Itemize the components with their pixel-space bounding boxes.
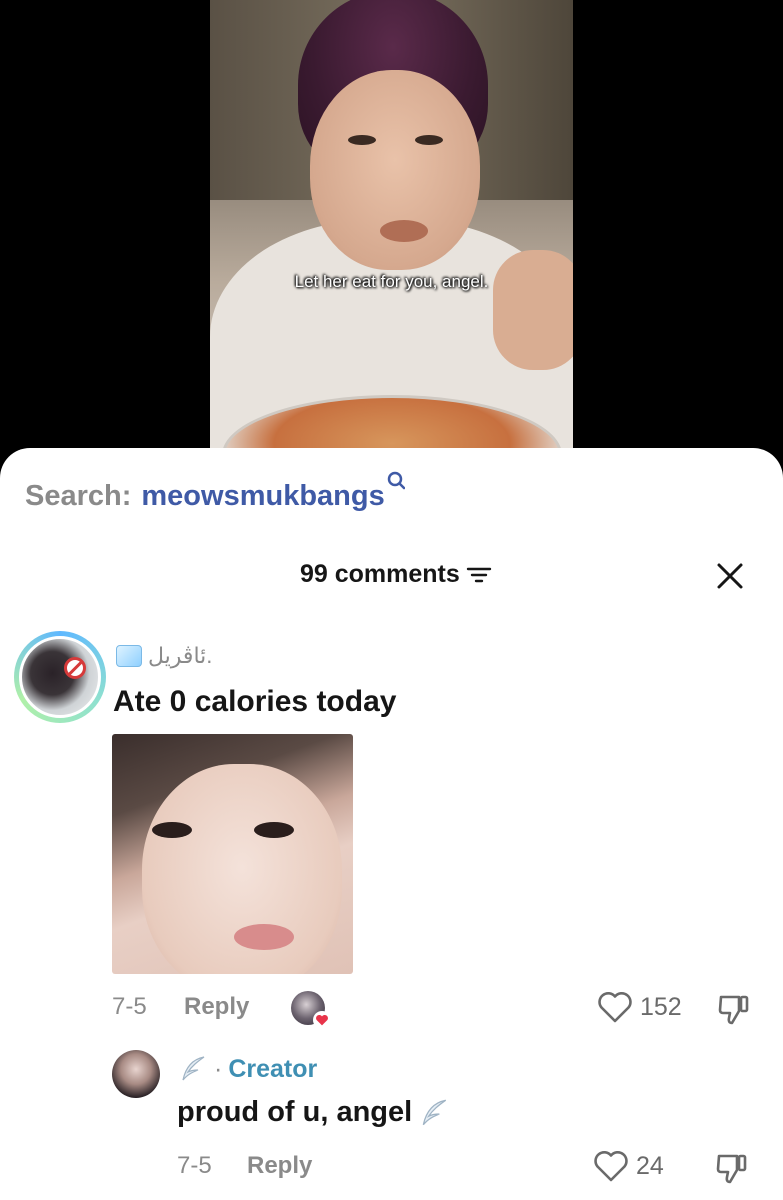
comments-count: 99 comments bbox=[300, 560, 492, 589]
username-separator: · bbox=[214, 1054, 223, 1083]
reply-date: 7-5 bbox=[177, 1152, 212, 1179]
video-person-arm bbox=[493, 250, 573, 370]
dislike-icon[interactable] bbox=[715, 1152, 749, 1186]
reply-comment-text: proud of u, angel bbox=[177, 1096, 450, 1129]
like-count: 152 bbox=[640, 993, 682, 1021]
creator-avatar[interactable] bbox=[112, 1050, 160, 1098]
photo-eye bbox=[254, 822, 294, 838]
angel-wing-icon bbox=[422, 1099, 447, 1125]
video-player[interactable]: Let her eat for you, angel. bbox=[0, 0, 783, 470]
commenter-avatar[interactable] bbox=[14, 631, 106, 723]
video-frame[interactable]: Let her eat for you, angel. bbox=[210, 0, 573, 470]
reply-button[interactable]: Reply bbox=[184, 993, 249, 1021]
search-prefix: Search: bbox=[25, 480, 132, 512]
search-suggestion[interactable]: Search: meowsmukbangs bbox=[25, 471, 405, 513]
comments-header: 99 comments bbox=[0, 556, 783, 596]
photo-eye bbox=[152, 822, 192, 838]
comment-date: 7-5 bbox=[112, 993, 147, 1020]
like-heart-icon[interactable] bbox=[597, 990, 633, 1024]
reply-text: proud of u, angel bbox=[177, 1096, 413, 1128]
creator-username[interactable]: · Creator bbox=[178, 1054, 317, 1084]
angel-wing-icon bbox=[182, 1056, 205, 1081]
username-text: ئاڤريل. bbox=[148, 643, 213, 668]
video-caption: Let her eat for you, angel. bbox=[294, 272, 489, 291]
no-smoking-sign-icon bbox=[64, 657, 86, 679]
close-icon[interactable] bbox=[715, 561, 745, 591]
commenter-username[interactable]: ئاڤريل. bbox=[116, 643, 212, 669]
comment-text: Ate 0 calories today bbox=[113, 685, 397, 718]
comments-count-label: 99 comments bbox=[300, 560, 460, 588]
video-person-eye bbox=[415, 135, 443, 145]
creator-liked-avatar bbox=[291, 991, 331, 1029]
reply-reply-button[interactable]: Reply bbox=[247, 1152, 312, 1180]
filter-icon[interactable] bbox=[466, 565, 492, 585]
photo-face bbox=[142, 764, 342, 974]
comment-image[interactable] bbox=[112, 734, 353, 974]
search-icon bbox=[387, 468, 405, 490]
ice-cube-icon bbox=[116, 645, 142, 667]
like-heart-icon[interactable] bbox=[593, 1149, 629, 1183]
creator-badge: Creator bbox=[228, 1054, 318, 1083]
dislike-icon[interactable] bbox=[717, 993, 751, 1027]
heart-badge-icon bbox=[313, 1011, 331, 1029]
comments-sheet: Search: meowsmukbangs 99 comments ئاڤريل… bbox=[0, 448, 783, 1200]
reply-like-count: 24 bbox=[636, 1152, 664, 1180]
avatar-image bbox=[19, 636, 101, 718]
video-person-mouth bbox=[380, 220, 428, 242]
search-term-link[interactable]: meowsmukbangs bbox=[141, 480, 384, 513]
video-person-eye bbox=[348, 135, 376, 145]
photo-lips bbox=[234, 924, 294, 950]
